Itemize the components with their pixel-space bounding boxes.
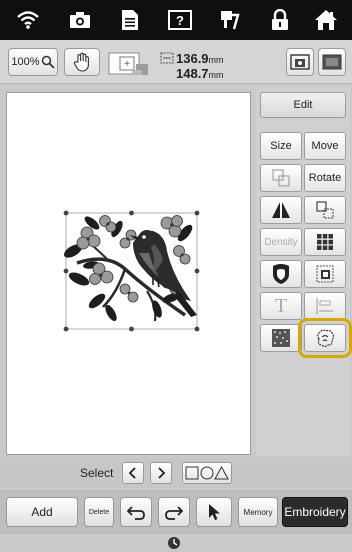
select-label: Select xyxy=(80,466,114,480)
pattern-height-value: 148.7 xyxy=(176,66,209,81)
camera-view-icon xyxy=(290,54,310,70)
select-by-shape-button[interactable] xyxy=(182,462,232,484)
embroidery-button[interactable]: Embroidery xyxy=(282,497,348,527)
embroidery-canvas[interactable] xyxy=(6,92,251,455)
chevron-left-icon xyxy=(128,467,136,479)
bird-embroidery-pattern xyxy=(63,215,197,322)
cursor-arrow-icon xyxy=(209,504,220,520)
lock-icon[interactable] xyxy=(266,6,294,34)
color-palette-button[interactable] xyxy=(304,228,346,256)
pattern-width-unit: mm xyxy=(208,55,224,65)
outline-button[interactable] xyxy=(298,318,352,358)
thread-setting-icon[interactable] xyxy=(216,6,244,34)
array-icon xyxy=(316,201,334,219)
shield-applique-icon xyxy=(273,264,289,284)
density-button-label: Density xyxy=(264,236,298,248)
text-edit-label: T xyxy=(274,294,288,317)
svg-text:+: + xyxy=(124,59,130,70)
background-image-icon xyxy=(322,54,342,70)
undo-button[interactable] xyxy=(120,497,152,527)
pointer-button[interactable] xyxy=(196,497,232,527)
memory-button-label: Memory xyxy=(243,507,273,517)
align-icon xyxy=(316,298,333,314)
text-edit-button[interactable]: T xyxy=(260,292,302,320)
canvas-drawing xyxy=(63,210,200,332)
density-button[interactable]: Density xyxy=(260,228,302,256)
select-previous-button[interactable] xyxy=(122,462,144,484)
pattern-width-value: 136.9 xyxy=(176,51,209,66)
embroidery-button-label: Embroidery xyxy=(284,505,346,519)
help-icon[interactable]: ? xyxy=(166,6,194,34)
redo-button[interactable] xyxy=(158,497,190,527)
document-icon[interactable] xyxy=(116,6,144,34)
rotate-button-label: Rotate xyxy=(308,172,342,184)
clock-icon xyxy=(168,537,180,549)
shapes-icon xyxy=(185,466,229,480)
select-row: Select xyxy=(0,458,352,488)
edit-tab-label: Edit xyxy=(293,99,313,111)
camera-icon[interactable] xyxy=(66,6,94,34)
color-grid-icon xyxy=(317,234,333,250)
applique-button[interactable] xyxy=(260,260,302,288)
hand-pan-button[interactable] xyxy=(64,48,100,76)
hand-icon xyxy=(73,52,89,72)
magnifier-icon xyxy=(41,55,55,69)
size-icon xyxy=(160,52,174,64)
zoom-button[interactable]: 100% xyxy=(8,48,58,76)
undo-icon xyxy=(126,506,145,520)
flip-horizontal-button[interactable] xyxy=(260,196,302,224)
svg-text:?: ? xyxy=(176,13,184,28)
flip-horizontal-icon xyxy=(272,201,290,219)
size-button[interactable]: Size xyxy=(260,132,302,160)
zoom-label: 100% xyxy=(11,56,40,68)
pattern-height-unit: mm xyxy=(208,70,224,80)
home-icon[interactable] xyxy=(312,6,340,34)
redo-icon xyxy=(165,506,184,520)
stipple-pattern-icon xyxy=(272,329,290,347)
array-button[interactable] xyxy=(304,196,346,224)
group-icon xyxy=(272,169,290,187)
border-button[interactable] xyxy=(304,260,346,288)
chevron-right-icon xyxy=(158,467,166,479)
delete-button[interactable]: Delete xyxy=(84,497,114,527)
edit-tab[interactable]: Edit xyxy=(260,92,346,118)
hoop-size-icon: + xyxy=(108,52,148,75)
top-status-bar: ? xyxy=(0,0,352,40)
add-button-label: Add xyxy=(31,505,53,519)
hoop-display-button[interactable]: + xyxy=(106,48,150,76)
select-next-button[interactable] xyxy=(150,462,172,484)
stipple-button[interactable] xyxy=(260,324,302,352)
bottom-bar: Add Delete Memory Embroidery xyxy=(0,490,352,534)
rotate-button[interactable]: Rotate xyxy=(304,164,346,192)
wifi-icon[interactable] xyxy=(14,6,42,34)
move-button[interactable]: Move xyxy=(304,132,346,160)
pattern-size-readout: 136.9mm 148.7mm xyxy=(176,52,224,82)
background-image-button[interactable] xyxy=(318,48,346,76)
size-button-label: Size xyxy=(270,140,292,152)
border-icon xyxy=(316,265,334,283)
align-button[interactable] xyxy=(304,292,346,320)
pattern-outline-icon xyxy=(317,329,335,348)
camera-view-button[interactable] xyxy=(286,48,314,76)
bottom-strip xyxy=(0,534,352,552)
delete-button-label: Delete xyxy=(88,508,110,516)
move-button-label: Move xyxy=(311,140,339,152)
add-button[interactable]: Add xyxy=(6,497,78,527)
group-button[interactable] xyxy=(260,164,302,192)
memory-button[interactable]: Memory xyxy=(238,497,278,527)
